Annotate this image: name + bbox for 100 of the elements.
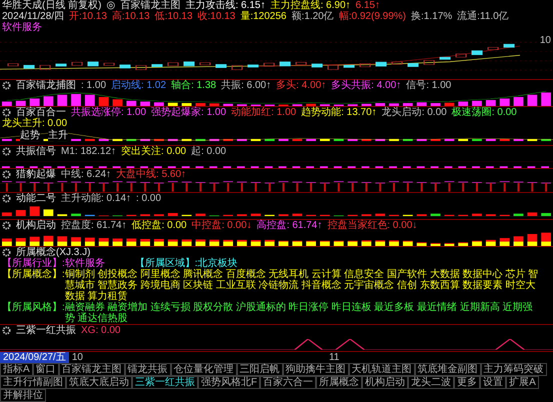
candle [120, 64, 130, 68]
panel-title: 三紫一红共振 [16, 324, 76, 336]
panel-title: 动能二号 [16, 192, 56, 204]
gear-icon[interactable] [2, 81, 11, 90]
stock-title: 华胜天成(日线 前复权) [2, 0, 102, 11]
indicator-value: 强势起爆家: 1.00 [151, 107, 226, 118]
candle [344, 64, 354, 68]
indicator-value: XG: 0.00 [81, 324, 120, 336]
concept-label: 【所属区域】: [134, 258, 198, 269]
concept-list: 融资融券 融资增加 连续亏损 股权分散 沪股通标的 昨日涨停 昨日连板 最近多板 最近情绪 近期新高 近期强势 通达信热股 [64, 302, 551, 324]
candle [440, 56, 450, 60]
candle [504, 44, 514, 48]
date-axis-label: 2024/09/27/五 [0, 352, 69, 363]
date-axis-label: 11 [328, 352, 340, 363]
indicator-value: 低控盘: 0.00 [132, 220, 187, 231]
indicator-value: 共振选涨停: 1.00 [71, 107, 146, 118]
indicator-value: M1: 182.12↑ [61, 146, 116, 157]
gear-icon[interactable] [2, 170, 11, 180]
indicator-tab[interactable]: 仓位量化管理 [170, 362, 237, 376]
gear-icon[interactable] [2, 194, 11, 203]
indicator-tab[interactable]: 狗助擒牛主图 [282, 362, 349, 376]
candle [312, 64, 322, 68]
concept-label: 【所属概念】: [2, 268, 65, 282]
indicator-tab[interactable]: 天机轨道主图 [348, 362, 415, 376]
indicator-value: 控盘度: 61.74↑ [61, 220, 127, 231]
indicator-tab[interactable]: 所属概念 [316, 376, 362, 389]
panel-title: 共振信号 [16, 146, 56, 157]
gear-icon[interactable] [2, 146, 11, 156]
chart-label: 起势 [20, 130, 40, 142]
quote-value: 收:10.13 [198, 11, 236, 22]
quote-value: 幅:0.92(9.99%) [338, 11, 406, 22]
indicator-tab[interactable]: 龙头二波 [408, 376, 454, 389]
indicator-value: 启动线: 1.02 [111, 80, 166, 92]
indicator-tab[interactable]: 强势风格北F [198, 376, 260, 389]
candle [56, 64, 66, 67]
quote-value: 量:120256 [240, 11, 286, 22]
candle [72, 62, 82, 66]
indicator-tab[interactable]: 筑底大底启动 [66, 376, 132, 389]
concept-label: 【所属风格】: [2, 302, 65, 315]
candle [24, 64, 34, 69]
indicator-value: 控盘当家红色: 0.00↓ [327, 220, 418, 231]
candle [232, 65, 242, 70]
gear-icon[interactable] [2, 248, 11, 257]
panel-title: 百家百合一 [16, 107, 66, 118]
gear-icon[interactable] [2, 108, 11, 118]
indicator-tab[interactable]: 三紫一红共振 [132, 376, 198, 389]
panel-title: 所属概念(XJ.3.J) [16, 246, 90, 258]
indicator-value: 起: 0.00 [191, 146, 226, 157]
indicator-tab[interactable]: 镭龙共振 [124, 362, 171, 376]
indicator-tab[interactable]: 百家镭龙主图 [58, 362, 125, 376]
indicator-value: 多头: 4.00↑ [276, 80, 326, 92]
quote-value: 换:1.17% [411, 11, 452, 22]
indicator-tab[interactable]: 扩展A [506, 376, 539, 389]
indicator-tab[interactable]: 并解排位 [0, 388, 46, 402]
candle [328, 64, 338, 70]
candle [88, 62, 98, 66]
indicator-value: 突出关注: 0.00 [121, 146, 186, 157]
indicator-tab[interactable]: 设置 [480, 376, 506, 389]
gear-icon[interactable] [2, 220, 11, 230]
panel-title: 百家镭龙捕图 [16, 80, 76, 92]
candle [408, 63, 418, 67]
quote-value: 开:10.13 [69, 11, 107, 22]
indicator-tab[interactable]: 更多 [454, 376, 480, 389]
indicator-tab[interactable]: 机构启动 [362, 376, 408, 389]
quote-value: 软件服务 [2, 22, 42, 33]
indicator-value: 共振: 6.00↑ [221, 80, 272, 92]
quote-value: 额:1.20亿 [292, 11, 334, 22]
candle [104, 62, 114, 66]
concept-list: 铜制剂 创投概念 阿里概念 腾讯概念 百度概念 无线耳机 云计算 信息安全 国产软件 大数据 数据中心 芯片 智慧城市 智慧政务 跨境电商 区块链 工业互联 冷链物流 抖音概念 元宇宙概念 信创 东数西算 数据要素 时空大数据 算力租赁 [64, 268, 551, 302]
candle [488, 47, 498, 50]
gear-icon[interactable] [2, 326, 11, 335]
candle [392, 62, 402, 65]
indicator-value: 动能加红: 1.00 [231, 107, 296, 118]
date-axis-label: 10 [70, 352, 84, 363]
candle [456, 54, 466, 58]
indicator-tab[interactable]: 筑底堆金副图 [414, 362, 481, 376]
quote-value: 流通:11.0亿 [457, 11, 509, 22]
indicator-value: 龙头启动: 0.00 [382, 107, 447, 118]
indicator-tab[interactable]: 百家六合一 [260, 376, 316, 389]
panel-title: 猎豹起爆 [16, 169, 56, 180]
indicator-value: 龙头主升: 0.00 [2, 118, 68, 130]
candle [296, 62, 306, 65]
candle [376, 62, 386, 67]
indicator-value: 轴合: 1.38 [171, 80, 216, 92]
indicator-value: 多头共振: 4.00↑ [331, 80, 402, 92]
indicator-tab[interactable]: 主升行情副图 [0, 376, 66, 389]
candle [248, 64, 258, 68]
price-label: 10 [540, 35, 551, 46]
indicator-tab[interactable]: 指标A [0, 362, 33, 376]
quote-value: 高:10.13 [112, 11, 150, 22]
indicator-value: 中线: 6.24↑ [61, 169, 112, 180]
indicator-value: 6.15↑ [356, 0, 380, 11]
indicator-value: 极速荡圈: 0.00 [452, 107, 517, 118]
panel-title: 机构启动 [16, 220, 56, 231]
indicator-tab[interactable]: 三阳启帆 [236, 362, 283, 376]
candle [264, 62, 274, 67]
indicator-tab[interactable]: 主力筹码突破 [480, 362, 547, 376]
candle [184, 61, 194, 66]
candle [360, 63, 370, 68]
indicator-symbol: ◎ [106, 0, 116, 11]
